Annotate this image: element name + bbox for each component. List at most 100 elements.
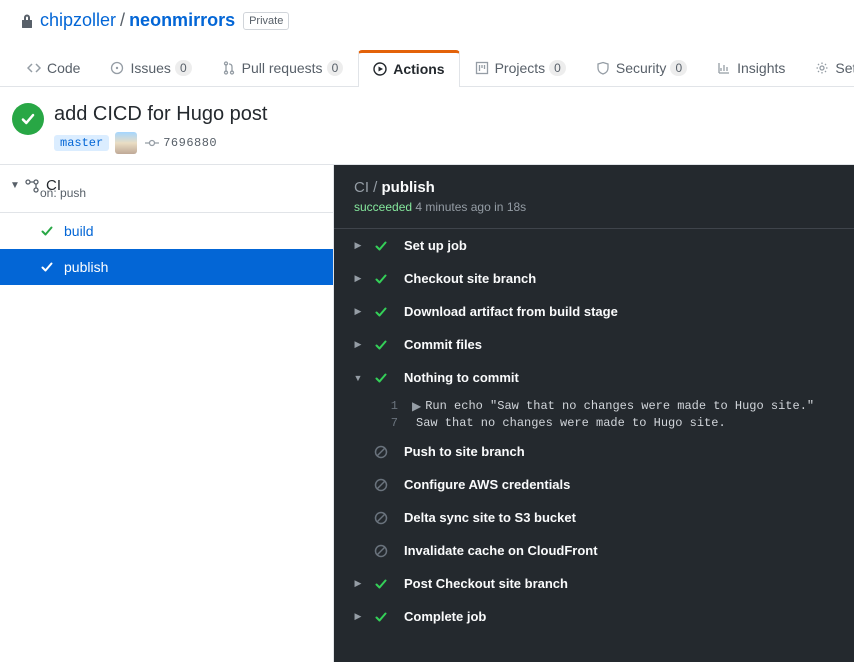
log-lineno: 1 bbox=[368, 399, 398, 414]
step-name: Push to site branch bbox=[404, 444, 525, 459]
step-name: Nothing to commit bbox=[404, 370, 519, 385]
step-name: Delta sync site to S3 bucket bbox=[404, 510, 576, 525]
tab-label: Settings bbox=[835, 60, 854, 76]
step-row[interactable]: Delta sync site to S3 bucket bbox=[334, 501, 854, 534]
lock-icon bbox=[20, 13, 34, 29]
run-header: add CICD for Hugo post master 7696880 bbox=[0, 87, 854, 165]
tab-security[interactable]: Security 0 bbox=[581, 49, 702, 86]
tab-label: Insights bbox=[737, 60, 785, 76]
step-row[interactable]: ▶ Complete job bbox=[334, 600, 854, 633]
step-row-open[interactable]: ▼ Nothing to commit bbox=[334, 361, 854, 394]
graph-icon bbox=[717, 61, 731, 75]
tab-actions[interactable]: Actions bbox=[358, 50, 459, 87]
chevron-right-icon: ▶ bbox=[352, 578, 364, 589]
chevron-right-icon: ▶ bbox=[352, 306, 364, 317]
security-count: 0 bbox=[670, 60, 687, 76]
shield-icon bbox=[596, 61, 610, 75]
workflow-icon bbox=[24, 178, 40, 194]
step-name: Invalidate cache on CloudFront bbox=[404, 543, 598, 558]
job-breadcrumb: CI / publish bbox=[354, 179, 834, 196]
log-caret-icon: ▶ bbox=[412, 399, 421, 414]
projects-icon bbox=[475, 61, 489, 75]
check-icon bbox=[40, 260, 54, 274]
job-label: publish bbox=[64, 259, 108, 275]
steps-list: ▶ Set up job ▶ Checkout site branch ▶ Do… bbox=[334, 228, 854, 633]
workflow-block: ▼ CI on: push bbox=[0, 165, 333, 213]
check-icon bbox=[374, 338, 390, 352]
issues-count: 0 bbox=[175, 60, 192, 76]
check-icon bbox=[374, 371, 390, 385]
skip-icon bbox=[374, 544, 390, 558]
job-status-line: succeeded 4 minutes ago in 18s bbox=[354, 200, 834, 214]
tab-pulls[interactable]: Pull requests 0 bbox=[207, 49, 359, 86]
log-text: Run echo "Saw that no changes were made … bbox=[425, 399, 814, 414]
step-name: Download artifact from build stage bbox=[404, 304, 618, 319]
step-row[interactable]: ▶ Post Checkout site branch bbox=[334, 567, 854, 600]
tab-label: Projects bbox=[495, 60, 546, 76]
chevron-right-icon: ▶ bbox=[352, 273, 364, 284]
breadcrumb-sep: / bbox=[120, 10, 125, 31]
tab-code[interactable]: Code bbox=[12, 49, 95, 86]
tab-label: Issues bbox=[130, 60, 170, 76]
step-row[interactable]: Invalidate cache on CloudFront bbox=[334, 534, 854, 567]
log-panel: CI / publish succeeded 4 minutes ago in … bbox=[334, 165, 854, 662]
owner-link[interactable]: chipzoller bbox=[40, 10, 116, 31]
tab-label: Security bbox=[616, 60, 667, 76]
step-name: Checkout site branch bbox=[404, 271, 536, 286]
pulls-count: 0 bbox=[327, 60, 344, 76]
chevron-down-icon: ▼ bbox=[352, 373, 364, 383]
tab-label: Code bbox=[47, 60, 80, 76]
log-lineno: 7 bbox=[368, 416, 398, 430]
commit-icon bbox=[145, 136, 159, 150]
check-icon bbox=[374, 305, 390, 319]
skip-icon bbox=[374, 478, 390, 492]
step-row[interactable]: Configure AWS credentials bbox=[334, 468, 854, 501]
chevron-right-icon: ▶ bbox=[352, 611, 364, 622]
step-row[interactable]: ▶ Download artifact from build stage bbox=[334, 295, 854, 328]
job-build[interactable]: build bbox=[0, 213, 333, 249]
step-row[interactable]: ▶ Checkout site branch bbox=[334, 262, 854, 295]
log-line: 1 ▶ Run echo "Saw that no changes were m… bbox=[368, 398, 854, 415]
skip-icon bbox=[374, 445, 390, 459]
status-text: succeeded bbox=[354, 200, 412, 214]
step-name: Complete job bbox=[404, 609, 486, 624]
skip-icon bbox=[374, 511, 390, 525]
avatar[interactable] bbox=[115, 132, 137, 154]
step-name: Set up job bbox=[404, 238, 467, 253]
tab-issues[interactable]: Issues 0 bbox=[95, 49, 206, 86]
log-output: 1 ▶ Run echo "Saw that no changes were m… bbox=[334, 394, 854, 435]
status-duration: 18s bbox=[507, 200, 526, 214]
panes: ▼ CI on: push build publish CI / publ bbox=[0, 165, 854, 662]
chevron-right-icon: ▶ bbox=[352, 240, 364, 251]
play-icon bbox=[373, 62, 387, 76]
step-row[interactable]: Push to site branch bbox=[334, 435, 854, 468]
tab-projects[interactable]: Projects 0 bbox=[460, 49, 581, 86]
chevron-right-icon: ▶ bbox=[352, 339, 364, 350]
run-meta: master 7696880 bbox=[54, 132, 267, 154]
step-row[interactable]: ▶ Set up job bbox=[334, 229, 854, 262]
run-title: add CICD for Hugo post bbox=[54, 103, 267, 126]
step-row[interactable]: ▶ Commit files bbox=[334, 328, 854, 361]
log-text: Saw that no changes were made to Hugo si… bbox=[416, 416, 726, 430]
job-publish[interactable]: publish bbox=[0, 249, 333, 285]
projects-count: 0 bbox=[549, 60, 566, 76]
tab-settings[interactable]: Settings bbox=[800, 49, 854, 86]
check-icon bbox=[374, 272, 390, 286]
caret-down-icon[interactable]: ▼ bbox=[8, 180, 22, 191]
code-icon bbox=[27, 61, 41, 75]
check-icon bbox=[374, 239, 390, 253]
step-name: Commit files bbox=[404, 337, 482, 352]
status-success-icon bbox=[12, 103, 44, 135]
pr-icon bbox=[222, 61, 236, 75]
tab-label: Actions bbox=[393, 61, 444, 77]
wf-name-dim: CI bbox=[354, 179, 369, 196]
tab-insights[interactable]: Insights bbox=[702, 49, 800, 86]
step-name: Post Checkout site branch bbox=[404, 576, 568, 591]
repo-link[interactable]: neonmirrors bbox=[129, 10, 235, 31]
sha[interactable]: 7696880 bbox=[163, 136, 217, 150]
private-badge: Private bbox=[243, 12, 289, 30]
job-label: build bbox=[64, 223, 94, 239]
sidebar: ▼ CI on: push build publish bbox=[0, 165, 334, 662]
branch-label[interactable]: master bbox=[54, 135, 109, 151]
issue-icon bbox=[110, 61, 124, 75]
